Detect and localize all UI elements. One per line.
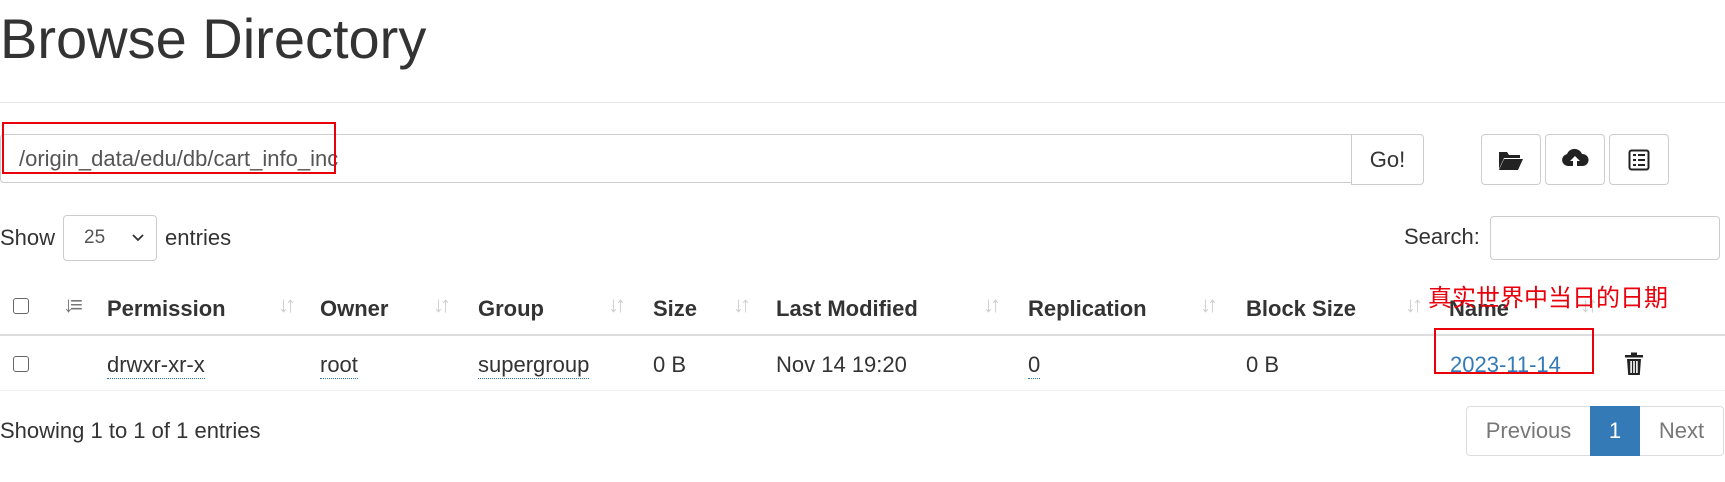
header-block-size[interactable]: Block Size bbox=[1246, 296, 1356, 322]
sort-icon[interactable]: ↓↑ bbox=[433, 292, 451, 318]
cell-permission[interactable]: drwxr-xr-x bbox=[107, 352, 205, 379]
create-directory-button[interactable] bbox=[1481, 134, 1541, 185]
header-group[interactable]: Group bbox=[478, 296, 544, 322]
pagination: Previous 1 Next bbox=[1466, 406, 1724, 456]
cell-last-modified: Nov 14 19:20 bbox=[776, 352, 907, 377]
page-size-value: 25 bbox=[84, 227, 106, 248]
page-title: Browse Directory bbox=[0, 7, 427, 70]
annotation-box-path bbox=[2, 122, 336, 174]
next-page-button[interactable]: Next bbox=[1640, 406, 1724, 456]
sort-icon[interactable]: ↓↑ bbox=[983, 292, 1001, 318]
chevron-down-icon bbox=[132, 234, 144, 242]
cut-paste-button[interactable] bbox=[1609, 134, 1669, 185]
annotation-box-name bbox=[1434, 328, 1594, 374]
sort-icon[interactable]: ↓≡ bbox=[63, 292, 83, 318]
sort-icon[interactable]: ↓↑ bbox=[608, 292, 626, 318]
cell-group[interactable]: supergroup bbox=[478, 352, 590, 379]
divider bbox=[0, 102, 1725, 103]
page-size-select[interactable]: 25 bbox=[63, 215, 158, 261]
previous-page-button[interactable]: Previous bbox=[1466, 406, 1590, 456]
entries-label: entries bbox=[165, 225, 232, 250]
search-label: Search: bbox=[1404, 224, 1480, 249]
show-label: Show bbox=[0, 225, 56, 250]
folder-open-icon bbox=[1499, 151, 1523, 170]
header-permission[interactable]: Permission bbox=[107, 296, 226, 322]
header-replication[interactable]: Replication bbox=[1028, 296, 1147, 322]
cell-owner[interactable]: root bbox=[320, 352, 358, 379]
header-size[interactable]: Size bbox=[653, 296, 697, 322]
table-info: Showing 1 to 1 of 1 entries bbox=[0, 418, 261, 443]
cell-block-size: 0 B bbox=[1246, 352, 1280, 377]
annotation-text: 真实世界中当日的日期 bbox=[1428, 284, 1668, 312]
go-button[interactable]: Go! bbox=[1351, 134, 1424, 185]
sort-icon[interactable]: ↓↑ bbox=[278, 292, 296, 318]
sort-icon[interactable]: ↓↑ bbox=[1405, 292, 1423, 318]
search-input[interactable] bbox=[1490, 216, 1720, 260]
sort-icon[interactable]: ↓↑ bbox=[1200, 292, 1218, 318]
page-1-button[interactable]: 1 bbox=[1590, 406, 1640, 456]
trash-icon[interactable] bbox=[1624, 352, 1644, 376]
upload-button[interactable] bbox=[1545, 134, 1605, 185]
cloud-upload-icon bbox=[1562, 148, 1589, 168]
cell-size: 0 B bbox=[653, 352, 687, 377]
select-all-checkbox[interactable] bbox=[13, 298, 29, 314]
header-last-modified[interactable]: Last Modified bbox=[776, 296, 918, 322]
length-control: Show 25 entries bbox=[0, 215, 231, 261]
cell-replication[interactable]: 0 bbox=[1028, 352, 1041, 379]
header-owner[interactable]: Owner bbox=[320, 296, 388, 322]
row-checkbox[interactable] bbox=[13, 356, 29, 372]
sort-icon[interactable]: ↓↑ bbox=[733, 292, 751, 318]
list-icon bbox=[1628, 149, 1650, 170]
